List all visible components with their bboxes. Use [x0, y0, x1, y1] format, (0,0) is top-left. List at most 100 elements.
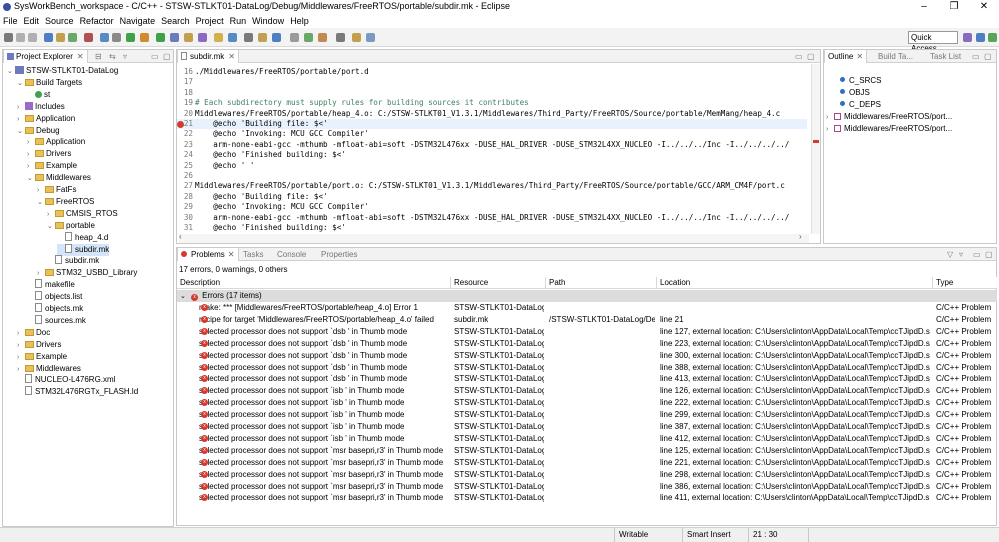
- menu-project[interactable]: Project: [193, 14, 227, 28]
- code-line[interactable]: 18: [177, 88, 807, 98]
- col-location[interactable]: Location: [657, 277, 933, 289]
- tree-item[interactable]: › Includes: [17, 101, 65, 113]
- tree-item[interactable]: › Application: [17, 113, 75, 125]
- tree-item[interactable]: › Drivers: [17, 339, 61, 351]
- menu-edit[interactable]: Edit: [21, 14, 43, 28]
- code-line[interactable]: 16 ./Middlewares/FreeRTOS/portable/port.d: [177, 67, 807, 77]
- error-marker[interactable]: [813, 140, 819, 143]
- minimize-problems-icon[interactable]: ▭: [973, 248, 981, 261]
- minimize-outline-icon[interactable]: ▭: [972, 50, 980, 63]
- code-line[interactable]: 31 @echo 'Finished building: $<': [177, 223, 807, 233]
- tree-item[interactable]: sources.mk: [27, 314, 86, 327]
- collapse-all-icon[interactable]: ⊟: [95, 50, 102, 63]
- link-editor-icon[interactable]: ⇆: [109, 50, 116, 63]
- expanded-chevron-icon[interactable]: ⌄: [47, 221, 55, 233]
- outline-item[interactable]: C_DEPS: [840, 99, 881, 111]
- debug-icon[interactable]: [100, 33, 109, 42]
- code-line[interactable]: 20 Middlewares/FreeRTOS/portable/heap_4.o…: [177, 109, 807, 119]
- tree-item[interactable]: ⌄ Middlewares: [27, 172, 91, 184]
- expanded-chevron-icon[interactable]: ⌄: [27, 173, 35, 185]
- problem-row[interactable]: selected processor does not support `dsb…: [177, 362, 999, 374]
- toggle-mark-icon[interactable]: [244, 33, 253, 42]
- menu-run[interactable]: Run: [227, 14, 250, 28]
- code-line[interactable]: 23 arm-none-eabi-gcc -mthumb -mfloat-abi…: [177, 140, 807, 150]
- quick-access-input[interactable]: Quick Access: [908, 31, 958, 53]
- tree-item[interactable]: makefile: [27, 279, 75, 291]
- code-line[interactable]: 26: [177, 171, 807, 181]
- nav-back-icon[interactable]: [352, 33, 361, 42]
- tree-item[interactable]: › FatFs: [37, 184, 76, 196]
- outline-item[interactable]: C_SRCS: [840, 75, 881, 87]
- forward-icon[interactable]: [304, 33, 313, 42]
- error-marker-icon[interactable]: [177, 121, 184, 128]
- back-icon[interactable]: [290, 33, 299, 42]
- maximize-button[interactable]: ❐: [939, 0, 969, 14]
- code-line[interactable]: 17: [177, 77, 807, 87]
- code-area[interactable]: 16 ./Middlewares/FreeRTOS/portable/port.d…: [177, 67, 807, 233]
- run-icon[interactable]: [126, 33, 135, 42]
- hammer-icon[interactable]: [56, 33, 65, 42]
- problem-row[interactable]: selected processor does not support `dsb…: [177, 338, 999, 350]
- debug-perspective-icon[interactable]: [988, 33, 997, 42]
- problem-row[interactable]: make: *** [Middlewares/FreeRTOS/portable…: [177, 302, 999, 314]
- perspective-icon[interactable]: [963, 33, 972, 42]
- menu-navigate[interactable]: Navigate: [117, 14, 159, 28]
- tab-console[interactable]: Console: [277, 248, 306, 261]
- problem-row[interactable]: selected processor does not support `isb…: [177, 397, 999, 409]
- expanded-chevron-icon[interactable]: ⌄: [17, 78, 25, 90]
- view-menu-icon[interactable]: ▿: [959, 248, 963, 261]
- problem-row[interactable]: selected processor does not support `msr…: [177, 445, 999, 457]
- tree-item[interactable]: heap_4.d: [57, 231, 108, 244]
- nav-forward-icon[interactable]: [366, 33, 375, 42]
- editor-vertical-scrollbar[interactable]: [811, 64, 820, 234]
- tree-item[interactable]: STM32L476RGTx_FLASH.ld: [17, 386, 138, 398]
- close-problems-icon[interactable]: ✕: [228, 250, 235, 259]
- errors-group-row[interactable]: ⌄ x Errors (17 items): [177, 290, 997, 302]
- tab-problems[interactable]: Problems ✕: [177, 248, 239, 261]
- view-menu-icon[interactable]: ▿: [123, 50, 127, 63]
- annotation-icon[interactable]: [258, 33, 267, 42]
- problem-row[interactable]: recipe for target 'Middlewares/FreeRTOS/…: [177, 314, 999, 326]
- problem-row[interactable]: selected processor does not support `msr…: [177, 492, 999, 504]
- tree-item[interactable]: ⌄ STSW-STLKT01-DataLog: [7, 65, 118, 77]
- problem-row[interactable]: selected processor does not support `isb…: [177, 409, 999, 421]
- tree-item[interactable]: subdir.mk: [47, 255, 99, 267]
- code-line[interactable]: 24 @echo 'Finished building: $<': [177, 150, 807, 160]
- tree-item[interactable]: ⌄ Build Targets: [17, 77, 82, 89]
- tab-project-explorer[interactable]: Project Explorer ✕: [3, 50, 88, 63]
- menu-refactor[interactable]: Refactor: [77, 14, 117, 28]
- tree-item[interactable]: ⌄ Debug: [17, 125, 60, 137]
- expanded-chevron-icon[interactable]: ⌄: [7, 66, 15, 78]
- code-line[interactable]: 28 @echo 'Building file: $<': [177, 192, 807, 202]
- problem-row[interactable]: selected processor does not support `msr…: [177, 481, 999, 493]
- new-project-icon[interactable]: [170, 33, 179, 42]
- scroll-right-icon[interactable]: ›: [799, 232, 802, 241]
- code-line[interactable]: 25 @echo ' ': [177, 161, 807, 171]
- tree-item[interactable]: subdir.mk: [57, 243, 110, 256]
- tree-item[interactable]: NUCLEO-L476RG.xml: [17, 374, 115, 386]
- minimize-button[interactable]: –: [909, 0, 939, 14]
- new-class-icon[interactable]: [198, 33, 207, 42]
- code-line[interactable]: 29 @echo 'Invoking: MCU GCC Compiler': [177, 202, 807, 212]
- editor-horizontal-scrollbar[interactable]: ‹ ›: [179, 232, 809, 243]
- scroll-left-icon[interactable]: ‹: [179, 232, 182, 241]
- outline-item[interactable]: OBJS: [840, 87, 870, 99]
- problem-row[interactable]: selected processor does not support `dsb…: [177, 326, 999, 338]
- code-line[interactable]: 21 @echo 'Building file: $<': [177, 119, 807, 130]
- next-annotation-icon[interactable]: [318, 33, 327, 42]
- tree-item[interactable]: objects.mk: [27, 303, 83, 315]
- maximize-view-icon[interactable]: ▢: [163, 50, 171, 63]
- tree-item[interactable]: › Application: [27, 136, 85, 148]
- maximize-outline-icon[interactable]: ▢: [984, 50, 992, 63]
- close-button[interactable]: ✕: [969, 0, 999, 14]
- stop-icon[interactable]: [84, 33, 93, 42]
- tab-task-list[interactable]: Task List: [930, 50, 961, 63]
- run-config-icon[interactable]: [156, 33, 165, 42]
- problem-row[interactable]: selected processor does not support `isb…: [177, 433, 999, 445]
- open-type-icon[interactable]: [228, 33, 237, 42]
- problem-row[interactable]: selected processor does not support `isb…: [177, 421, 999, 433]
- tree-item[interactable]: › Middlewares: [17, 363, 81, 375]
- build-all-icon[interactable]: [68, 33, 77, 42]
- menu-file[interactable]: File: [0, 14, 21, 28]
- tree-item[interactable]: › Drivers: [27, 148, 71, 160]
